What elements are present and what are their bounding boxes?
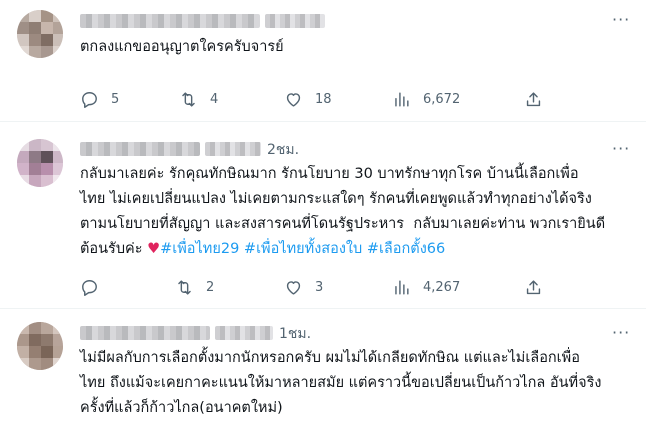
reply-button[interactable]: 5: [80, 89, 119, 109]
retweet-icon: [178, 279, 191, 295]
like-count: 18: [315, 91, 332, 107]
avatar[interactable]: [17, 322, 63, 370]
author-name-redacted[interactable]: [80, 142, 200, 156]
like-count: 3: [315, 279, 324, 295]
tweet-3[interactable]: 1ชม. ··· ไม่มีผลกับการเลือกตั้งมากนักหรอ…: [0, 309, 646, 421]
share-icon: [526, 91, 541, 106]
tweet-actions: 5 4 18 6,672: [0, 89, 646, 109]
hashtag[interactable]: #เลือกตั้ง66: [367, 241, 445, 257]
tweet-1[interactable]: ··· ตกลงแกขออนุญาตใครครับจารย์ 5 4 18 6,…: [0, 0, 646, 121]
retweet-button[interactable]: 2: [175, 277, 214, 297]
tweet-text: ตกลงแกขออนุญาตใครครับจารย์: [80, 39, 284, 55]
views-count: 4,267: [423, 279, 461, 295]
author-name-redacted[interactable]: [80, 14, 260, 28]
author-handle-redacted[interactable]: [265, 14, 325, 28]
heart-emoji: ♥: [147, 241, 161, 257]
retweet-icon: [182, 91, 195, 107]
retweet-button[interactable]: 4: [179, 89, 218, 109]
author-name-redacted[interactable]: [80, 326, 210, 340]
more-options-icon[interactable]: ···: [612, 10, 630, 29]
like-icon: [286, 280, 301, 295]
more-options-icon[interactable]: ···: [612, 139, 630, 158]
like-icon: [286, 92, 301, 107]
author-handle-redacted[interactable]: [205, 142, 261, 156]
hashtag[interactable]: #เพื่อไทยทั้งสองใบ: [244, 241, 362, 257]
tweet-2[interactable]: 2ชม. ··· กลับมาเลยค่ะ รักคุณทักษิณมาก รั…: [0, 122, 646, 308]
avatar[interactable]: [17, 10, 63, 58]
reply-count: 5: [111, 91, 120, 107]
reply-icon: [82, 91, 97, 108]
views-button[interactable]: 6,672: [392, 89, 460, 109]
views-button[interactable]: 4,267: [392, 277, 460, 297]
views-count: 6,672: [423, 91, 461, 107]
views-icon: [395, 91, 409, 107]
author-handle-redacted[interactable]: [215, 326, 273, 340]
tweet-text: กลับมาเลยค่ะ รักคุณทักษิณมาก รักนโยบาย 3…: [80, 162, 635, 262]
tweet-timestamp[interactable]: 1ชม.: [279, 323, 311, 345]
avatar[interactable]: [17, 139, 63, 187]
like-button[interactable]: 3: [284, 277, 323, 297]
retweet-count: 2: [206, 279, 215, 295]
like-button[interactable]: 18: [284, 89, 332, 109]
views-icon: [395, 279, 409, 295]
share-button[interactable]: [524, 277, 543, 297]
tweet-actions: 2 3 4,267: [0, 277, 646, 297]
more-options-icon[interactable]: ···: [612, 323, 630, 342]
share-icon: [526, 279, 541, 294]
share-button[interactable]: [524, 89, 543, 109]
retweet-count: 4: [210, 91, 219, 107]
hashtag[interactable]: #เพื่อไทย29: [160, 241, 239, 257]
reply-icon: [82, 279, 97, 296]
tweet-text: ไม่มีผลกับการเลือกตั้งมากนักหรอกครับ ผมไ…: [80, 350, 602, 416]
tweet-timestamp[interactable]: 2ชม.: [267, 139, 299, 161]
reply-button[interactable]: [80, 277, 111, 297]
